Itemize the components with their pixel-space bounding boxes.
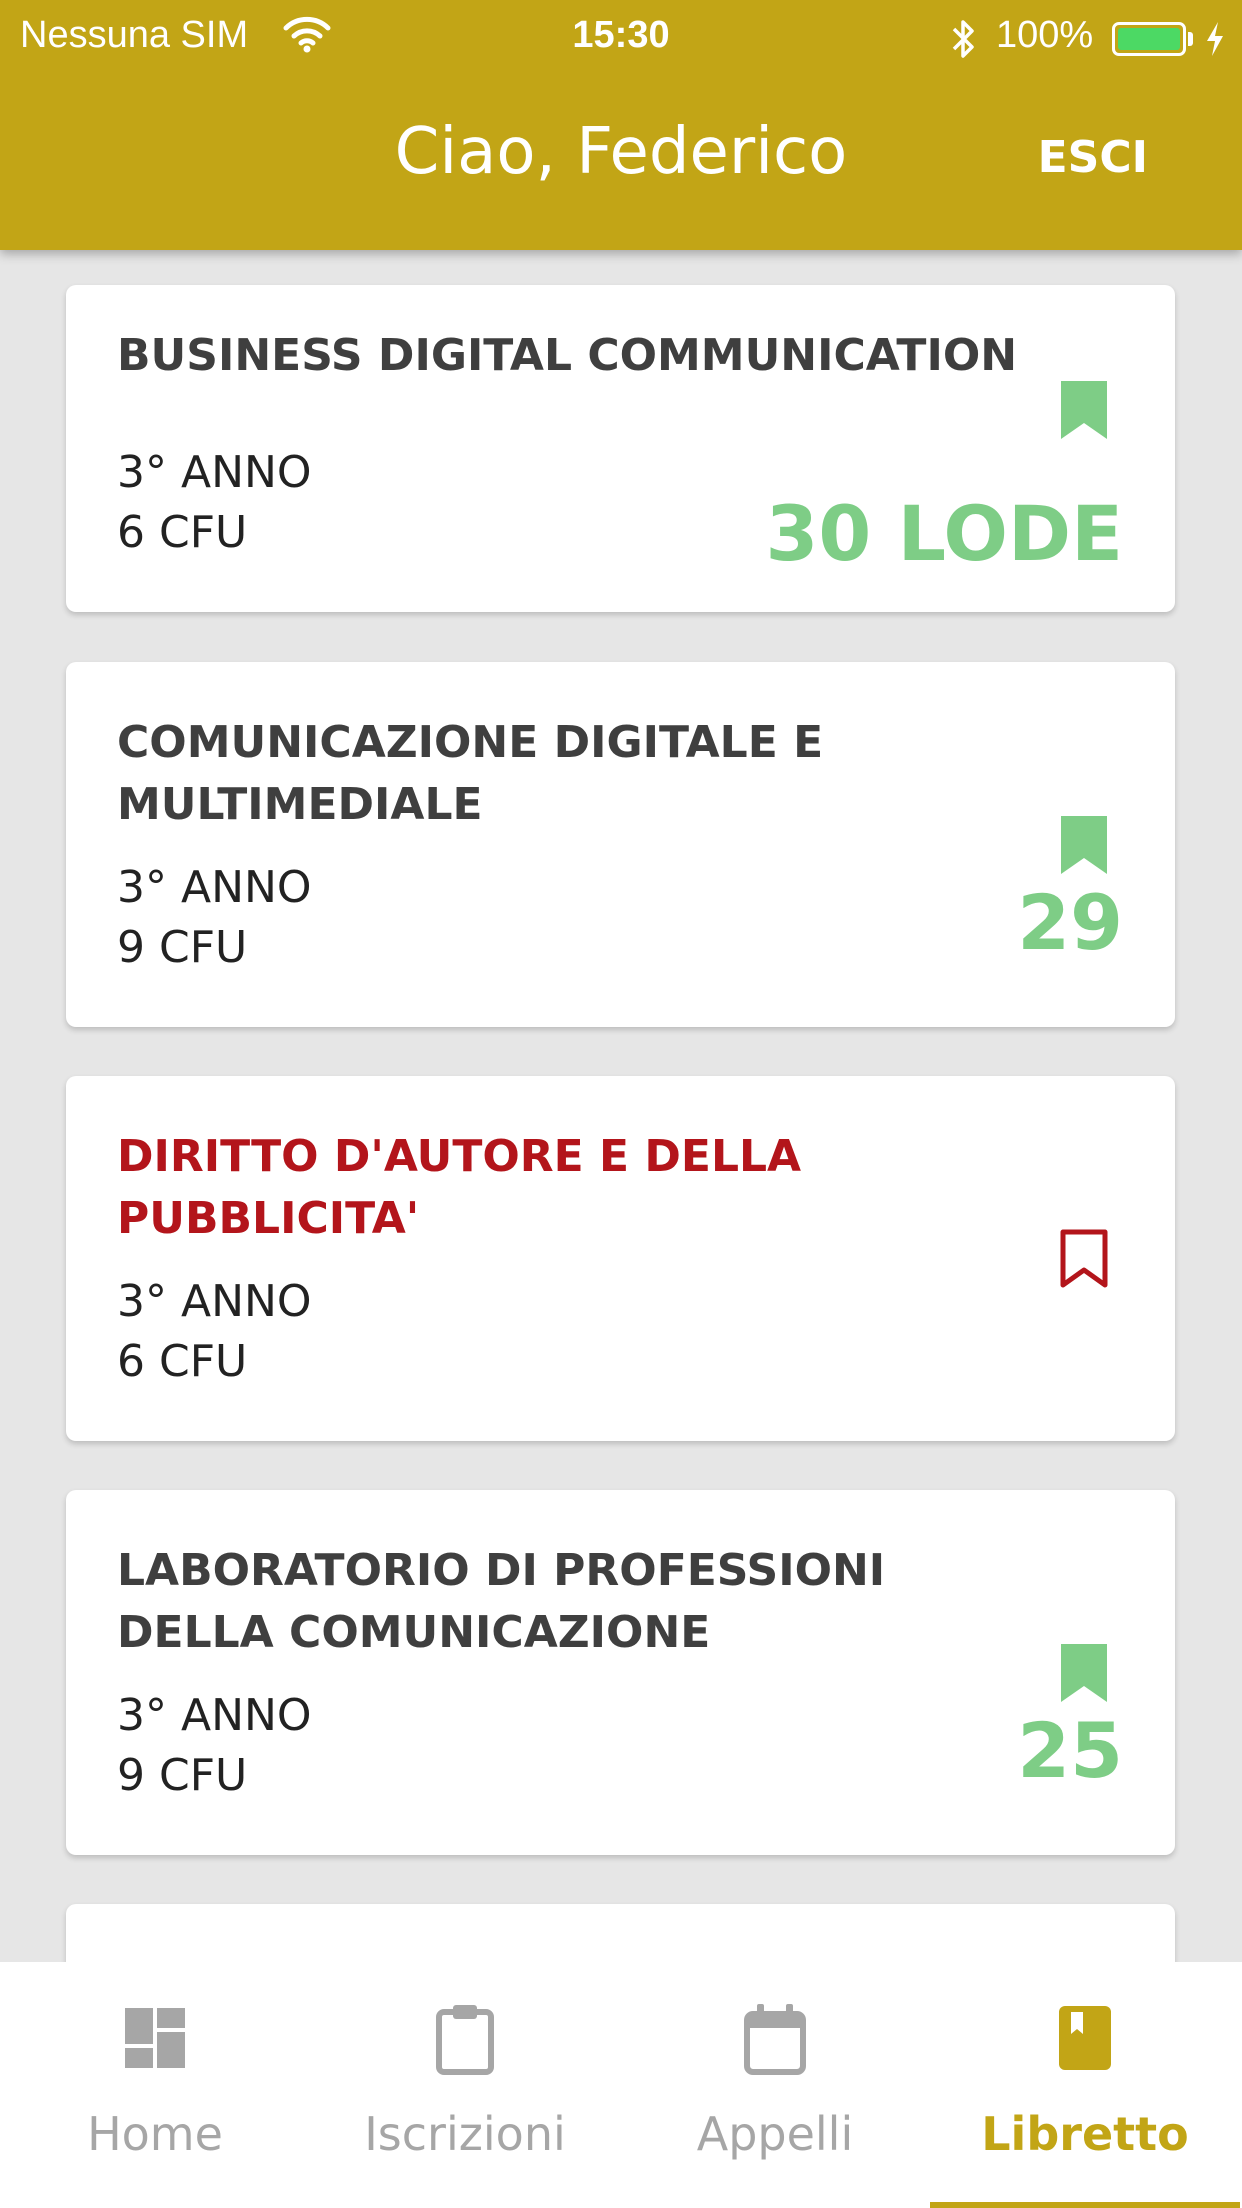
course-name: LABORATORIO DI PROFESSIONI DELLA COMUNIC… (117, 1545, 886, 1658)
battery-percent: 100% (996, 14, 1094, 56)
calendar-icon (744, 2004, 806, 2075)
tab-bar: Home Iscrizioni Appelli Libretto (0, 1962, 1242, 2208)
course-year: 3° ANNO (117, 1276, 312, 1327)
course-card[interactable]: BUSINESS DIGITAL COMMUNICATION 3° ANNO 6… (66, 285, 1175, 612)
course-card[interactable]: COMUNICAZIONE DIGITALE E MULTIMEDIALE 3°… (66, 662, 1175, 1027)
course-name: COMUNICAZIONE DIGITALE E MULTIMEDIALE (117, 717, 824, 830)
course-credits: 6 CFU (117, 507, 248, 558)
course-year: 3° ANNO (117, 862, 312, 913)
tab-label: Appelli (696, 2107, 854, 2161)
course-year: 3° ANNO (117, 1690, 312, 1741)
course-year: 3° ANNO (117, 447, 312, 498)
charging-icon (1207, 22, 1223, 56)
bookmark-filled-icon (1061, 381, 1107, 439)
status-bar: Nessuna SIM 15:30 100% (0, 8, 1242, 64)
course-name: BUSINESS DIGITAL COMMUNICATION (117, 330, 1018, 381)
tab-home[interactable]: Home (0, 1962, 310, 2208)
course-grade: 29 (1017, 878, 1123, 967)
course-card[interactable] (66, 1904, 1175, 1962)
course-list[interactable]: BUSINESS DIGITAL COMMUNICATION 3° ANNO 6… (0, 250, 1242, 1962)
active-tab-indicator (930, 2202, 1240, 2208)
battery-icon (1112, 22, 1186, 56)
tab-libretto[interactable]: Libretto (930, 1962, 1242, 2208)
course-name: DIRITTO D'AUTORE E DELLA PUBBLICITA' (117, 1131, 802, 1244)
tab-label: Iscrizioni (364, 2107, 566, 2161)
course-credits: 9 CFU (117, 922, 248, 973)
course-credits: 9 CFU (117, 1750, 248, 1801)
bookmark-filled-icon (1061, 1644, 1107, 1702)
bookmark-outline-icon (1060, 1229, 1108, 1288)
app-header: Nessuna SIM 15:30 100% Ciao, Federico ES… (0, 0, 1242, 250)
course-grade: 30 LODE (765, 489, 1123, 578)
book-icon (1059, 2006, 1111, 2070)
bluetooth-icon (952, 20, 974, 58)
bookmark-filled-icon (1061, 816, 1107, 874)
dashboard-icon (125, 2008, 185, 2068)
course-card[interactable]: DIRITTO D'AUTORE E DELLA PUBBLICITA' 3° … (66, 1076, 1175, 1441)
clipboard-icon (436, 2005, 494, 2075)
tab-label: Home (87, 2107, 223, 2161)
course-credits: 6 CFU (117, 1336, 248, 1387)
battery-tip (1188, 32, 1193, 46)
course-grade: 25 (1017, 1706, 1123, 1795)
tab-iscrizioni[interactable]: Iscrizioni (310, 1962, 620, 2208)
tab-appelli[interactable]: Appelli (620, 1962, 930, 2208)
course-card[interactable]: LABORATORIO DI PROFESSIONI DELLA COMUNIC… (66, 1490, 1175, 1855)
logout-button[interactable]: ESCI (1038, 128, 1148, 188)
tab-label: Libretto (981, 2107, 1189, 2161)
